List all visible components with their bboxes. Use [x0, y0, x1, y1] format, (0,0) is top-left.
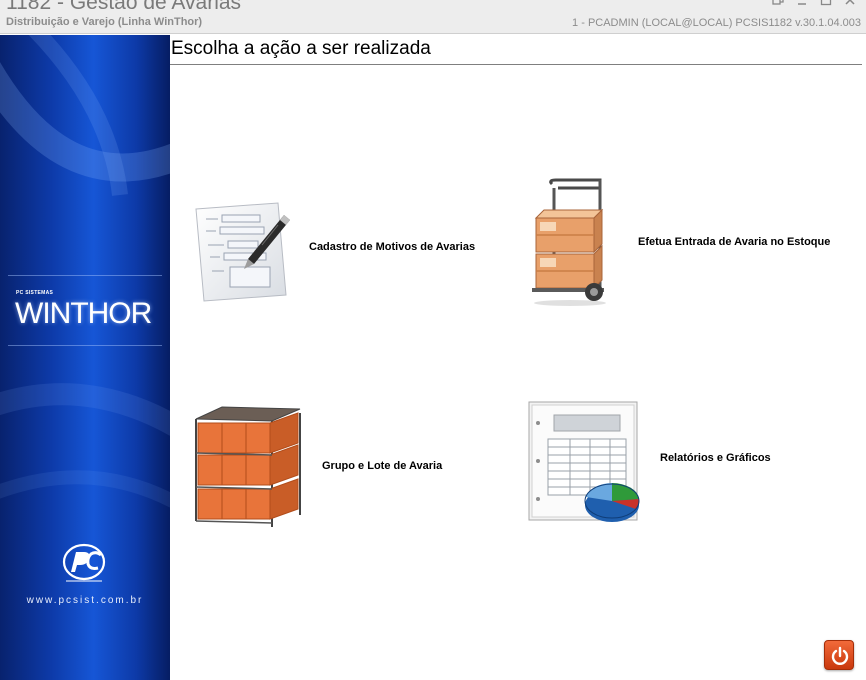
minimize-icon[interactable]: [796, 0, 810, 6]
report-chart-icon: [528, 401, 640, 522]
hand-truck-icon: [532, 178, 606, 306]
title-divider: [170, 64, 862, 65]
session-info: 1 - PCADMIN (LOCAL@LOCAL) PCSIS1182 v.30…: [572, 17, 861, 29]
title-bar: 1182 - Gestão de Avarias Distribuição e …: [0, 0, 866, 34]
sidebar-banner: PC SISTEMAS WINTHOR www.pcsist.com.br: [0, 35, 170, 680]
power-icon: [831, 646, 849, 665]
action-relatorios[interactable]: Relatórios e Gráficos: [528, 401, 808, 526]
website-link: www.pcsist.com.br: [26, 595, 144, 606]
action-label-grupo-lote: Grupo e Lote de Avaria: [322, 460, 443, 472]
exit-button[interactable]: [824, 640, 854, 670]
page-title: Escolha a ação a ser realizada: [171, 38, 431, 59]
brand-logo: WINTHOR: [15, 297, 152, 330]
close-icon[interactable]: [844, 0, 858, 6]
restore-icon[interactable]: [772, 0, 786, 6]
pc-sistemas-logo: [62, 543, 106, 582]
action-grupo-lote[interactable]: Grupo e Lote de Avaria: [192, 405, 472, 530]
brand-divider-top: [8, 275, 162, 276]
shelf-boxes-icon: [195, 406, 301, 527]
form-pen-icon: [195, 202, 290, 302]
action-label-relatorios: Relatórios e Gráficos: [660, 452, 771, 464]
action-label-entrada-estoque: Efetua Entrada de Avaria no Estoque: [638, 236, 831, 248]
action-cadastro-motivos[interactable]: Cadastro de Motivos de Avarias: [190, 195, 500, 315]
main-panel: Escolha a ação a ser realizada Cadastro …: [170, 35, 866, 680]
window-subtitle: Distribuição e Varejo (Linha WinThor): [6, 16, 203, 28]
action-entrada-estoque[interactable]: Efetua Entrada de Avaria no Estoque: [526, 178, 846, 308]
maximize-icon[interactable]: [820, 0, 834, 6]
window-controls: [772, 0, 858, 6]
brand-caption: PC SISTEMAS: [16, 290, 54, 296]
action-label-cadastro-motivos: Cadastro de Motivos de Avarias: [309, 241, 476, 253]
brand-divider-bottom: [8, 345, 162, 346]
window-title: 1182 - Gestão de Avarias: [6, 0, 242, 14]
